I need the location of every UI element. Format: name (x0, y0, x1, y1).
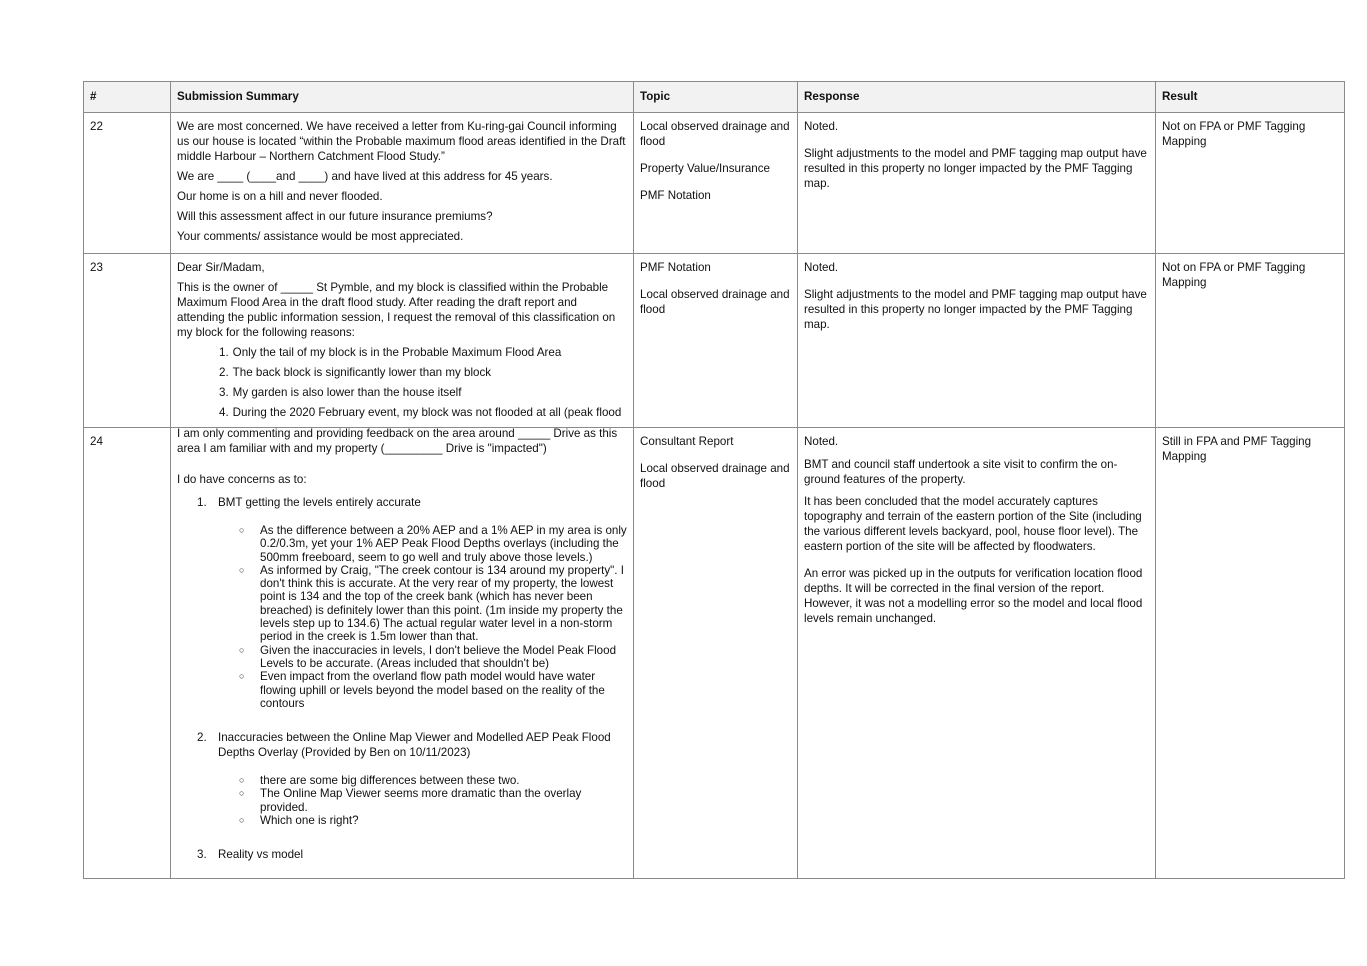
topic-item: Local observed drainage and flood (640, 288, 790, 316)
response-cell: Noted. BMT and council staff undertook a… (797, 426, 1156, 880)
topic-item: Local observed drainage and flood (640, 462, 790, 490)
summary-paragraph: We are ____ (____and ____) and have live… (177, 170, 553, 183)
header-result: Result (1155, 81, 1345, 113)
response-cell: Noted. Slight adjustments to the model a… (797, 112, 1156, 254)
summary-paragraph: We are most concerned. We have received … (177, 120, 626, 163)
result-cell: Not on FPA or PMF Tagging Mapping (1155, 112, 1345, 254)
sub-bullet-list: ○ As the difference between a 20% AEP and… (239, 524, 627, 710)
topic-item: PMF Notation (640, 261, 711, 274)
submission-summary: I am only commenting and providing feedb… (170, 426, 634, 880)
response-paragraph: Noted. (804, 120, 839, 133)
submission-summary: We are most concerned. We have received … (170, 112, 634, 254)
topic-cell: Consultant Report Local observed drainag… (633, 426, 798, 880)
header-topic: Topic (633, 81, 798, 113)
list-item: ○ Which one is right? (239, 814, 359, 828)
list-item: ○ Even impact from the overland flow path… (239, 670, 605, 710)
reasons-list: 1. Only the tail of my block is in the Pr… (219, 345, 627, 422)
list-item: 3. My garden is also lower than the house… (219, 386, 462, 399)
list-item: 2. Inaccuracies between the Online Map V… (197, 730, 627, 827)
submission-summary: Dear Sir/Madam, This is the owner of ___… (170, 253, 634, 428)
topic-item: PMF Notation (640, 189, 711, 202)
topic-item: Local observed drainage and flood (640, 120, 790, 148)
summary-paragraph: Will this assessment affect in our futur… (177, 210, 493, 223)
response-paragraph: Noted. (804, 261, 839, 274)
list-item: ○ Given the inaccuracies in levels, I don… (239, 643, 617, 670)
response-paragraph: It has been concluded that the model acc… (804, 495, 1142, 553)
response-paragraph: Slight adjustments to the model and PMF … (804, 288, 1147, 331)
list-item: 1. BMT getting the levels entirely accur… (197, 496, 627, 710)
summary-paragraph: Our home is on a hill and never flooded. (177, 190, 383, 203)
header-submission-summary: Submission Summary (170, 81, 634, 113)
table-row: 22 We are most concerned. We have receiv… (83, 112, 1345, 254)
list-item: ○ The Online Map Viewer seems more dramat… (239, 787, 582, 814)
response-paragraph: BMT and council staff undertook a site v… (804, 458, 1118, 486)
list-item: ○ As the difference between a 20% AEP and… (239, 524, 627, 564)
row-number: 23 (83, 253, 171, 428)
response-paragraph: Noted. (804, 435, 839, 448)
list-item: 1. Only the tail of my block is in the Pr… (219, 346, 562, 359)
summary-paragraph: I am only commenting and providing feedb… (177, 427, 618, 455)
header-response: Response (797, 81, 1156, 113)
list-item: 4. During the 2020 February event, my blo… (219, 406, 622, 422)
submissions-table: # Submission Summary Topic Response Resu… (83, 81, 1345, 880)
list-item: ○ there are some big differences between … (239, 774, 520, 788)
topic-item: Property Value/Insurance (640, 162, 770, 175)
list-item: 2. The back block is significantly lower … (219, 366, 492, 379)
list-item: 3. Reality vs model (197, 848, 304, 862)
response-cell: Noted. Slight adjustments to the model a… (797, 253, 1156, 428)
table-row: 23 Dear Sir/Madam, This is the owner of … (83, 253, 1345, 428)
sub-bullet-list: ○ there are some big differences between … (239, 774, 627, 827)
topic-item: Consultant Report (640, 435, 734, 448)
response-paragraph: Slight adjustments to the model and PMF … (804, 147, 1147, 190)
row-number: 22 (83, 112, 171, 254)
topic-cell: Local observed drainage and flood Proper… (633, 112, 798, 254)
table-row: 24 I am only commenting and providing fe… (83, 426, 1345, 880)
summary-paragraph: This is the owner of _____ St Pymble, an… (177, 281, 616, 339)
summary-paragraph: I do have concerns as to: (177, 473, 307, 486)
response-paragraph: An error was picked up in the outputs fo… (804, 567, 1143, 625)
header-number: # (83, 81, 171, 113)
list-item: ○ As informed by Craig, "The creek contou… (239, 563, 624, 644)
result-cell: Still in FPA and PMF Tagging Mapping (1155, 426, 1345, 880)
summary-paragraph: Your comments/ assistance would be most … (177, 230, 464, 243)
topic-cell: PMF Notation Local observed drainage and… (633, 253, 798, 428)
table-header-row: # Submission Summary Topic Response Resu… (83, 81, 1345, 113)
row-number: 24 (83, 426, 171, 880)
concerns-list: 1. BMT getting the levels entirely accur… (197, 495, 627, 862)
result-cell: Not on FPA or PMF Tagging Mapping (1155, 253, 1345, 428)
summary-paragraph: Dear Sir/Madam, (177, 261, 265, 274)
